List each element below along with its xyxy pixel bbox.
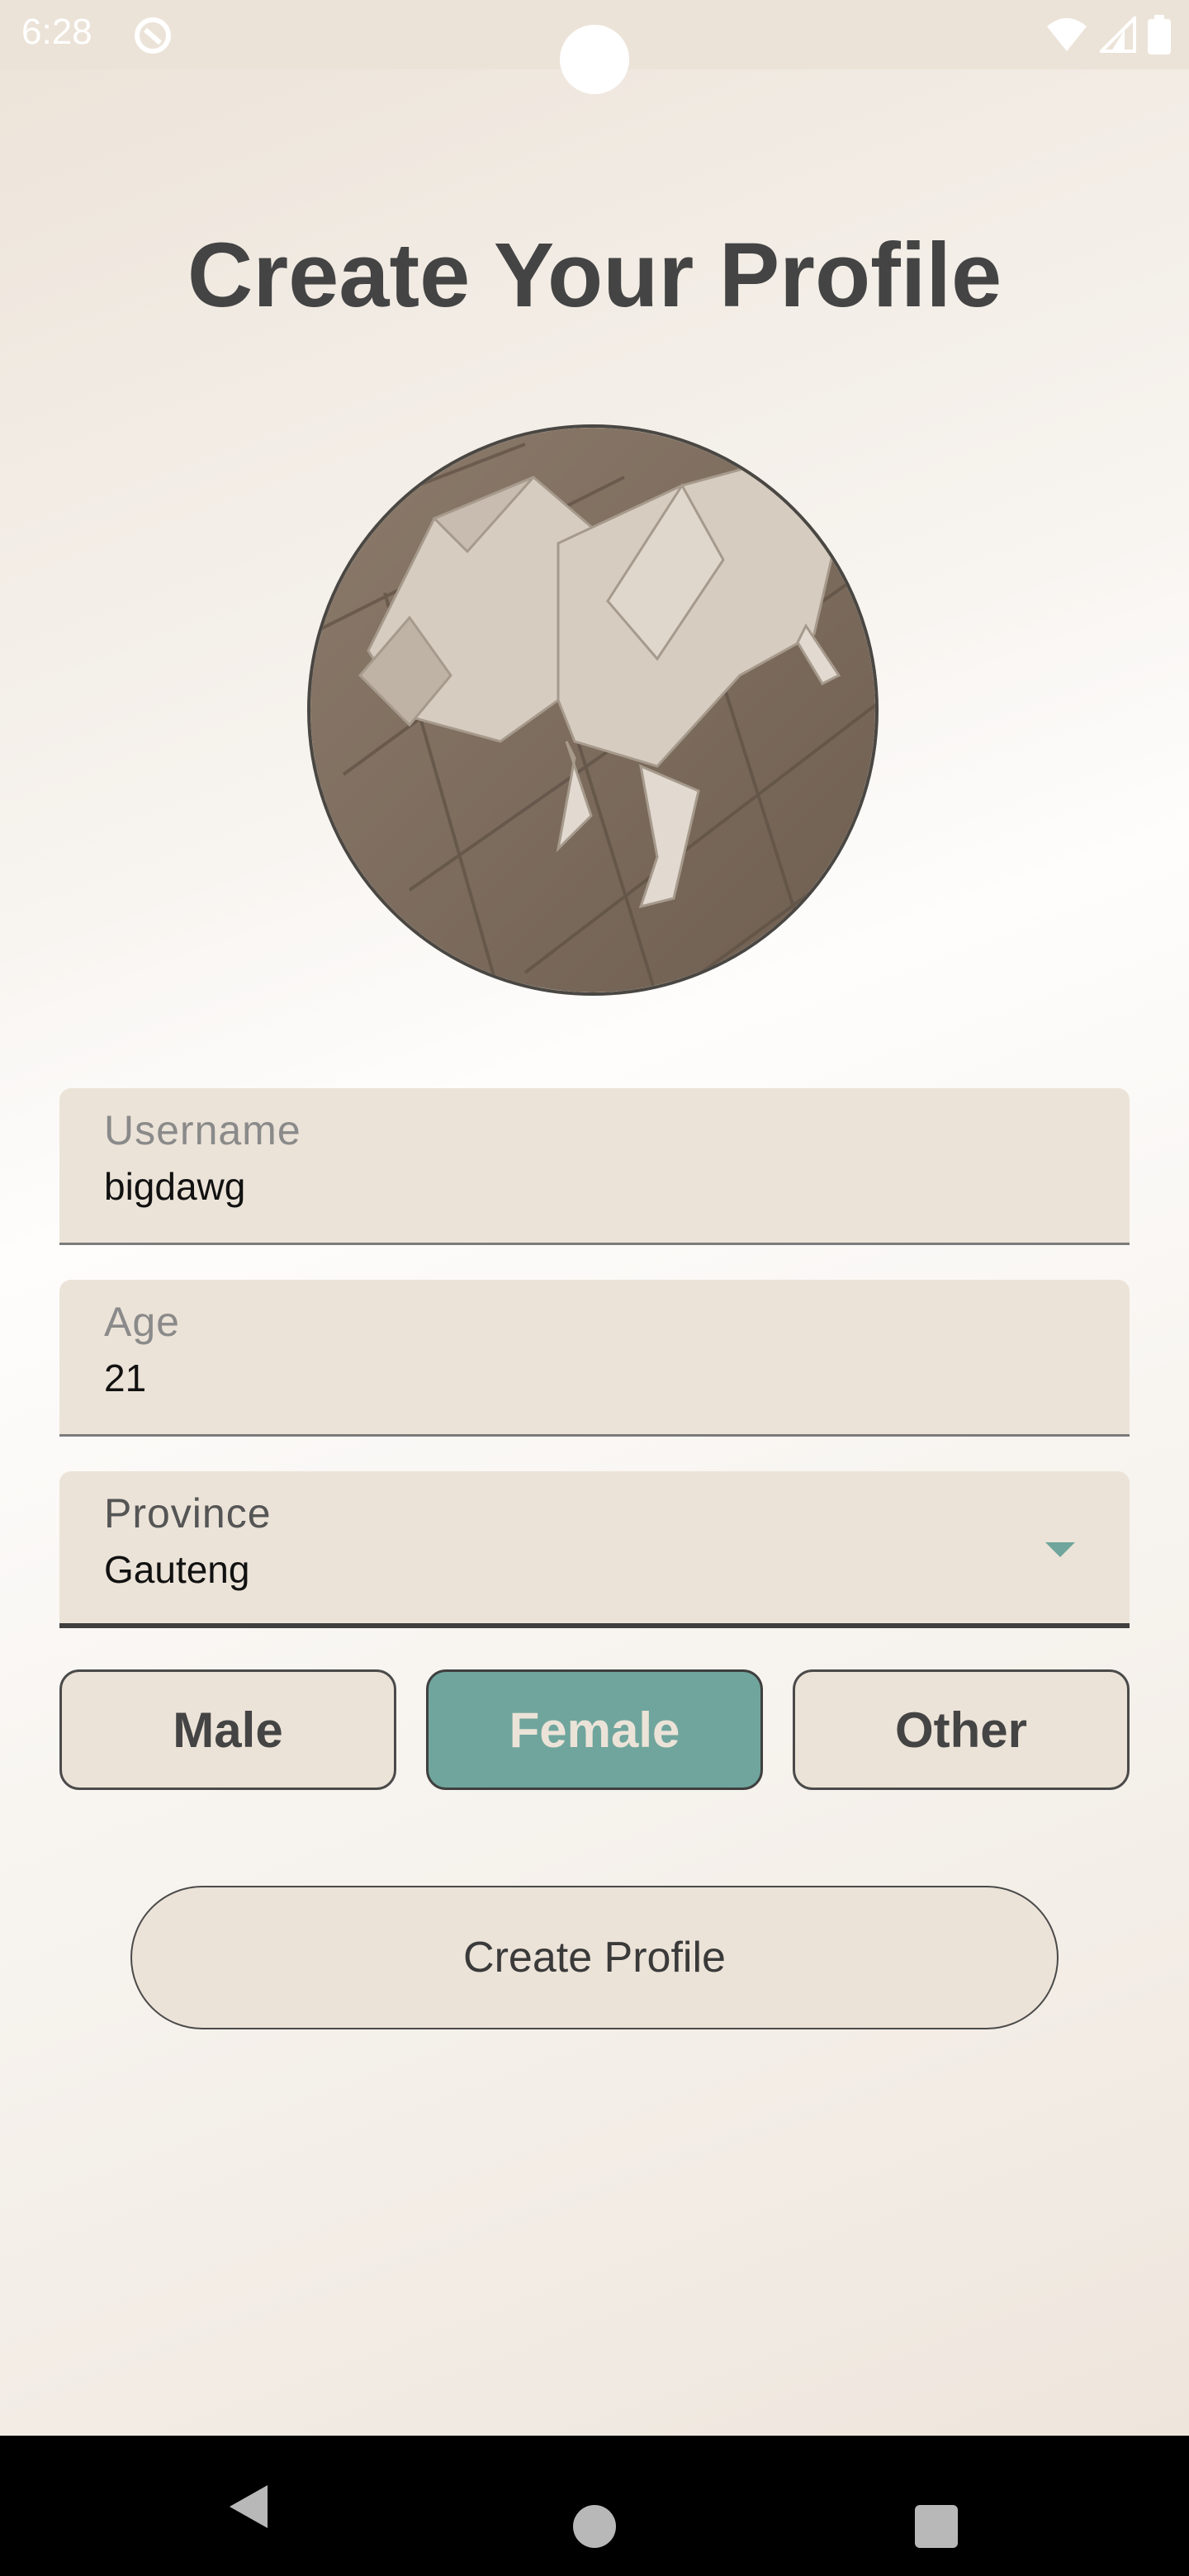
province-label: Province — [104, 1490, 272, 1537]
status-icons — [1045, 13, 1171, 56]
page-title: Create Your Profile — [187, 225, 1002, 326]
recents-icon[interactable] — [915, 2505, 958, 2548]
age-field[interactable]: Age 21 — [59, 1280, 1130, 1437]
back-icon[interactable] — [225, 2482, 271, 2531]
wifi-icon — [1047, 18, 1087, 51]
home-icon[interactable] — [573, 2505, 616, 2548]
province-dropdown[interactable]: Province Gauteng — [59, 1471, 1130, 1628]
signal-icon — [1100, 17, 1136, 53]
gender-other-button[interactable]: Other — [793, 1669, 1130, 1790]
username-label: Username — [104, 1107, 301, 1153]
username-input[interactable]: bigdawg — [104, 1164, 245, 1209]
create-profile-button[interactable]: Create Profile — [130, 1886, 1059, 2029]
navigation-bar — [0, 2436, 1189, 2576]
battery-icon — [1148, 15, 1171, 54]
age-input[interactable]: 21 — [104, 1356, 146, 1400]
gender-male-button[interactable]: Male — [59, 1669, 396, 1790]
profile-avatar[interactable] — [307, 424, 879, 996]
profile-photo — [310, 428, 875, 992]
status-time: 6:28 — [21, 12, 92, 52]
province-value[interactable]: Gauteng — [104, 1547, 249, 1592]
app-notification-icon — [135, 17, 171, 54]
gender-female-button[interactable]: Female — [426, 1669, 763, 1790]
username-field[interactable]: Username bigdawg — [59, 1088, 1130, 1245]
camera-cutout — [560, 25, 629, 94]
age-label: Age — [104, 1299, 180, 1345]
dropdown-arrow-icon[interactable] — [1045, 1542, 1075, 1557]
